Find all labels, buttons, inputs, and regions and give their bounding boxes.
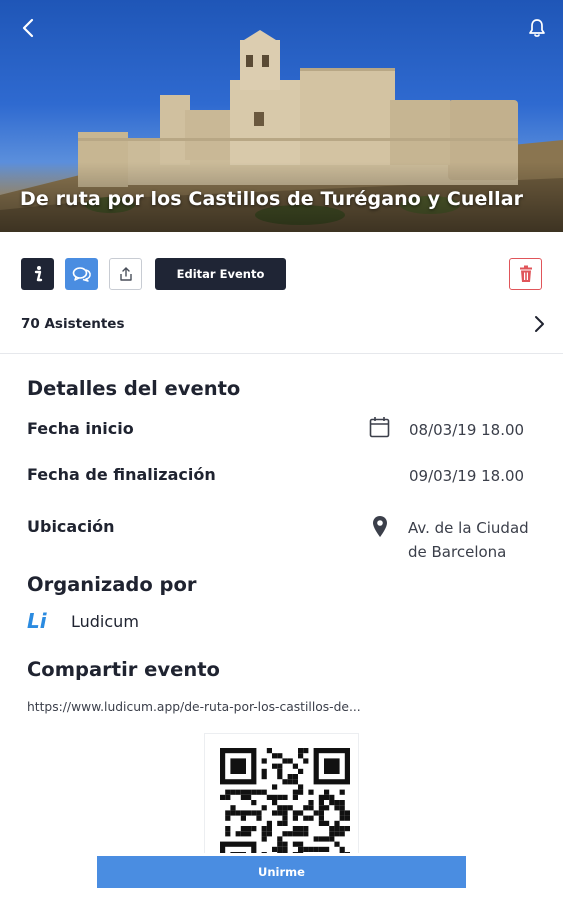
chat-button[interactable] <box>65 258 98 290</box>
start-date-label: Fecha inicio <box>27 419 134 438</box>
attendees-count: 70 Asistentes <box>21 316 125 332</box>
qr-code <box>204 733 359 853</box>
organizer-row[interactable]: Li Ludicum <box>27 606 139 636</box>
share-button[interactable] <box>109 258 142 290</box>
start-date-value: 08/03/19 18.00 <box>409 421 525 439</box>
organizer-section-title: Organizado por <box>27 573 197 596</box>
chat-bubbles-icon <box>72 267 91 282</box>
location-pin-icon <box>373 516 387 537</box>
info-button[interactable] <box>21 258 54 290</box>
share-url-link[interactable]: https://www.ludicum.app/de-ruta-por-los-… <box>27 700 361 714</box>
location-label: Ubicación <box>27 517 115 536</box>
delete-button[interactable] <box>509 258 542 290</box>
qr-code-image <box>220 748 350 853</box>
share-section-title: Compartir evento <box>27 658 220 681</box>
organizer-logo: Li <box>27 609 47 633</box>
event-title: De ruta por los Castillos de Turégano y … <box>20 188 524 210</box>
chevron-right-icon <box>535 316 544 332</box>
calendar-icon <box>369 417 390 438</box>
end-date-label: Fecha de finalización <box>27 465 216 484</box>
location-address-line1: Av. de la Ciudad <box>408 519 529 537</box>
organizer-name: Ludicum <box>71 611 139 631</box>
location-address-line2: de Barcelona <box>408 543 507 561</box>
trash-icon <box>519 265 532 282</box>
share-upload-icon <box>119 267 132 281</box>
end-date-value: 09/03/19 18.00 <box>409 467 525 485</box>
attendees-row[interactable]: 70 Asistentes <box>0 304 563 344</box>
bell-icon <box>529 19 545 37</box>
event-hero: De ruta por los Castillos de Turégano y … <box>0 0 563 232</box>
join-button[interactable]: Unirme <box>97 856 466 888</box>
event-actions-bar: Editar Evento 70 Asistentes <box>0 232 563 354</box>
details-section-title: Detalles del evento <box>27 377 241 400</box>
edit-event-button[interactable]: Editar Evento <box>155 258 286 290</box>
notifications-button[interactable] <box>523 14 551 42</box>
info-icon <box>34 266 42 282</box>
back-button[interactable] <box>14 14 42 42</box>
chevron-left-icon <box>22 18 34 38</box>
